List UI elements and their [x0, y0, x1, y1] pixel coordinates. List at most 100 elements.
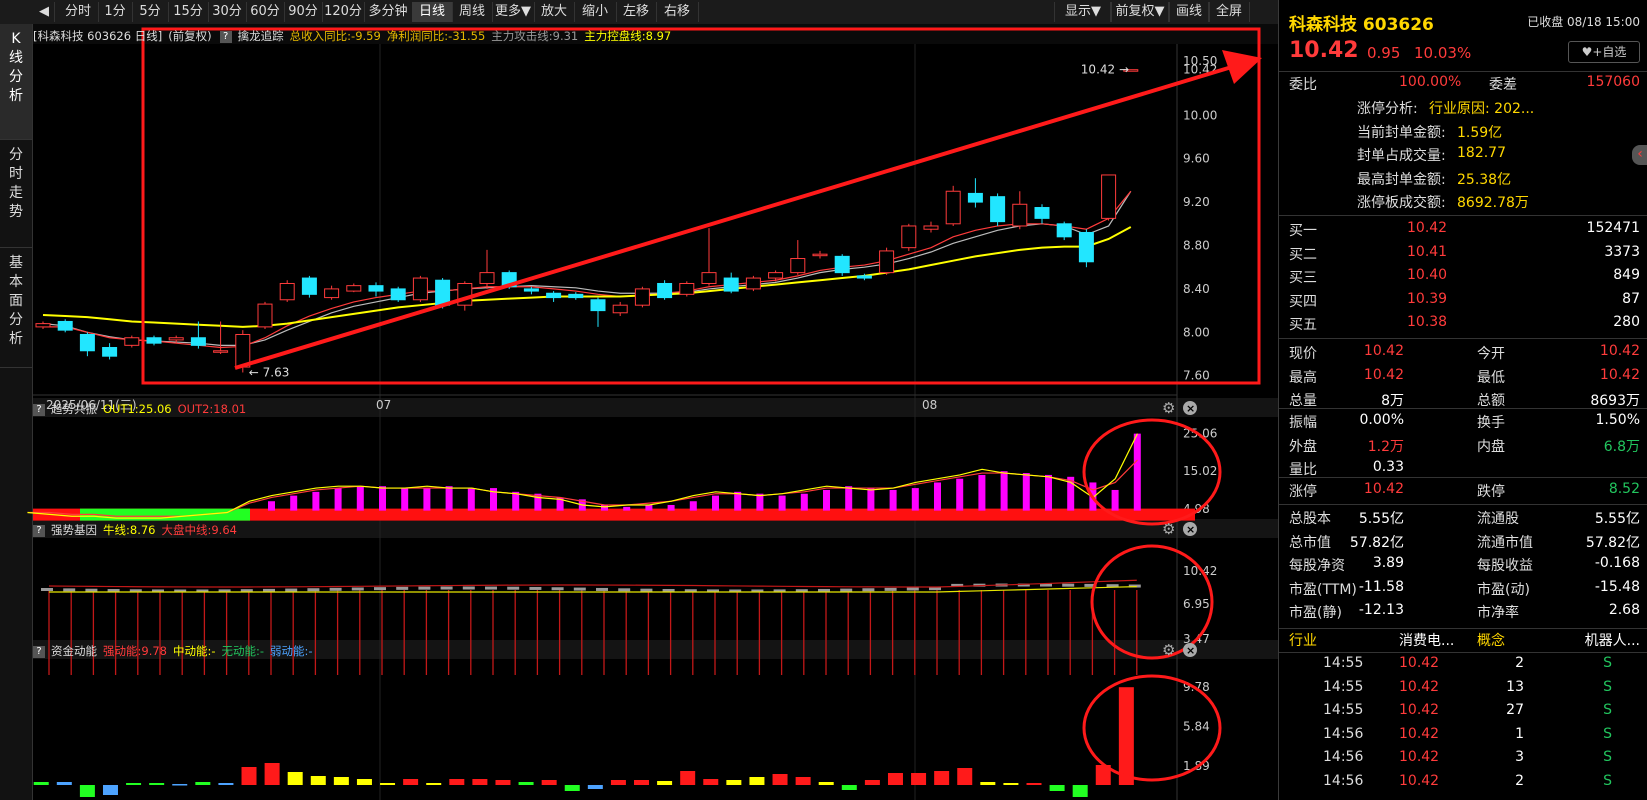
candle-body-4	[124, 337, 140, 346]
capital-bar-7	[195, 782, 211, 785]
trend-help-icon[interactable]: ?	[33, 403, 45, 416]
trend-bar-41	[956, 478, 964, 511]
trend-bar-31	[734, 491, 742, 511]
stat3-label-a-0: 涨停	[1289, 484, 1317, 500]
tick-price-0: 10.42	[1399, 655, 1440, 671]
weicha-label: 委差	[1489, 77, 1517, 93]
stat2-label-a-1: 外盘	[1289, 438, 1317, 455]
trend-bar-16	[401, 488, 409, 511]
gene-tick-26	[618, 588, 631, 592]
stat4-label-b-0: 流通股	[1477, 511, 1519, 527]
candle-body-31	[723, 277, 739, 292]
trend-close-glyph: ×	[1186, 402, 1195, 415]
bid-label-1: 买二	[1289, 246, 1317, 263]
divider-1	[1279, 71, 1647, 72]
trend-bar-39	[911, 488, 919, 511]
trend-bar-10	[268, 501, 275, 511]
stat4-value-a-1: 57.82亿	[1349, 534, 1404, 551]
gene-tick-37	[862, 588, 875, 592]
trend-bar-35	[823, 489, 830, 511]
candle-body-10	[257, 303, 273, 328]
stat4-value-b-3: -15.48	[1594, 578, 1640, 595]
candle-body-47	[1078, 231, 1094, 263]
stat4-label-b-1: 流通市值	[1477, 534, 1533, 551]
bid-label-0: 买一	[1289, 223, 1317, 239]
capital-bar-32	[772, 774, 788, 785]
candle-body-25	[590, 299, 606, 312]
gene-tick-21	[507, 586, 520, 590]
min-price-label: ← 7.63	[249, 365, 290, 379]
capital-gear-icon: ⚙	[1162, 641, 1175, 659]
trend-bar-48	[1111, 489, 1119, 511]
divider-5	[1279, 477, 1647, 478]
capital-bar-34	[818, 782, 834, 785]
capital-bar-3	[102, 785, 118, 795]
capital-bar-30	[726, 780, 742, 785]
capital-bar-20	[495, 780, 511, 785]
stat3-value-a-0: 10.42	[1363, 481, 1404, 497]
industry-value: 消费电...	[1399, 633, 1455, 649]
trend-ytick-1: 15.02	[1183, 464, 1217, 478]
annotation-arrow-head	[1222, 50, 1262, 84]
stat4-label-a-4: 市盈(静)	[1289, 605, 1342, 622]
candle-body-16	[390, 288, 406, 301]
bid-label-4: 买五	[1289, 317, 1317, 334]
tick-time-5: 14:56	[1323, 773, 1364, 789]
gene-field-0: 牛线:8.76	[103, 523, 156, 537]
capital-bar-45	[1072, 785, 1088, 797]
candle-body-43	[990, 196, 1006, 223]
tick-price-1: 10.42	[1399, 678, 1440, 695]
capital-bar-29	[703, 779, 719, 785]
gene-tick-36	[840, 588, 853, 592]
candle-body-2	[79, 333, 95, 352]
candle-body-17	[412, 277, 428, 301]
divider-3	[1279, 338, 1647, 339]
capital-title: 资金动能	[51, 644, 97, 658]
kline-ytick-2: 10.00	[1183, 108, 1217, 122]
trend-bar-25	[601, 504, 608, 511]
ma-white-line	[42, 190, 1132, 346]
gene-tick-0	[41, 588, 53, 591]
candle-body-42	[967, 192, 983, 203]
stat1-label-a-0: 现价	[1289, 346, 1317, 362]
candle-body-38	[879, 250, 895, 274]
capital-bar-27	[657, 781, 673, 785]
capital-field-1: 中动能:-	[172, 644, 216, 658]
candle-body-7	[190, 337, 206, 346]
stat4-label-a-1: 总市值	[1289, 534, 1331, 551]
stat2-value-b-0: 1.50%	[1595, 412, 1640, 428]
trend-bar-13	[334, 488, 342, 511]
side-collapse-icon[interactable]: ‹	[1632, 145, 1647, 165]
trend-bar-44	[1022, 473, 1030, 511]
candle-body-46	[1056, 223, 1072, 238]
capital-panel-header: ? 资金动能 强动能:9.78 中动能:- 无动能:- 弱动能:-	[33, 642, 319, 660]
capital-bar-22	[541, 780, 557, 785]
gene-tick-13	[329, 587, 342, 591]
trend-bar-19	[467, 488, 475, 511]
stat4-label-b-4: 市净率	[1477, 605, 1519, 622]
trend-bar-37	[867, 488, 875, 511]
stat2-value-a-2: 0.33	[1372, 459, 1404, 476]
kline-help-icon[interactable]: ?	[219, 30, 232, 43]
candle-body-12	[301, 277, 317, 295]
candle-body-22	[523, 288, 539, 292]
zt-label-3: 最高封单金额:	[1357, 171, 1446, 188]
candle-body-23	[546, 292, 562, 299]
trend-field-1: OUT2:18.01	[177, 402, 247, 416]
candle-body-11	[279, 282, 295, 301]
capital-bar-24	[587, 785, 603, 789]
tick-volume-3: 1	[1515, 725, 1524, 742]
capital-bar-0	[33, 782, 49, 785]
gene-tick-22	[529, 586, 542, 590]
gene-help-icon[interactable]: ?	[33, 524, 45, 537]
ma-red-line	[43, 190, 1132, 349]
zt-label-4: 涨停板成交额:	[1357, 195, 1446, 211]
trend-gear-icon: ⚙	[1162, 399, 1175, 417]
gene-tick-2	[85, 588, 98, 592]
tick-volume-2: 27	[1506, 702, 1524, 719]
capital-help-icon[interactable]: ?	[33, 645, 45, 658]
bid-volume-4: 280	[1613, 314, 1640, 331]
add-favorite-button[interactable]: ♥+自选	[1568, 41, 1640, 63]
candle-body-40	[923, 225, 939, 230]
stat4-value-a-2: 3.89	[1372, 555, 1404, 572]
